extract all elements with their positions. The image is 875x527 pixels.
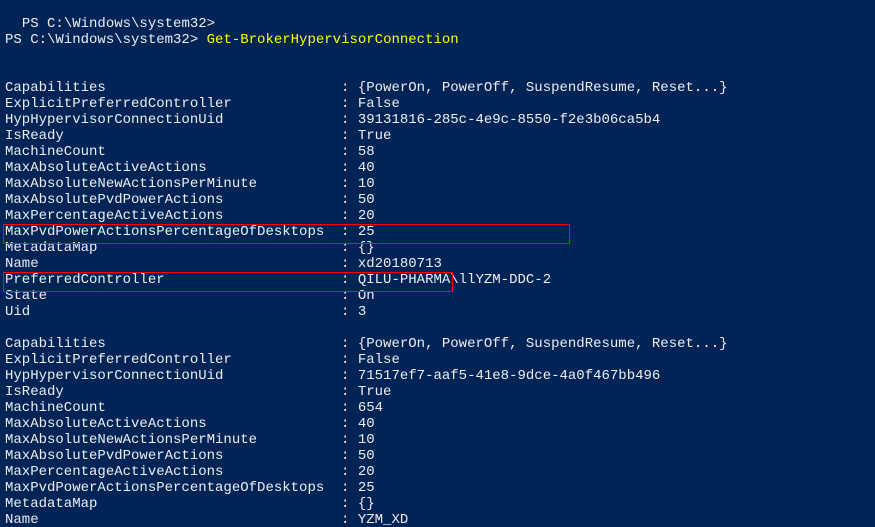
command-text: Get-BrokerHypervisorConnection bbox=[207, 32, 459, 48]
output-row: ExplicitPreferredController : False bbox=[5, 96, 400, 112]
output-row: Name : YZM_XD bbox=[5, 512, 408, 527]
output-row: MachineCount : 58 bbox=[5, 144, 375, 160]
output-row: MaxAbsolutePvdPowerActions : 50 bbox=[5, 192, 375, 208]
output-row: State : On bbox=[5, 288, 375, 304]
output-row: MetadataMap : {} bbox=[5, 496, 375, 512]
output-row: MaxAbsoluteActiveActions : 40 bbox=[5, 416, 375, 432]
output-row: MaxAbsoluteNewActionsPerMinute : 10 bbox=[5, 176, 375, 192]
output-row: Capabilities : {PowerOn, PowerOff, Suspe… bbox=[5, 80, 728, 96]
output-row: MaxAbsoluteActiveActions : 40 bbox=[5, 160, 375, 176]
prompt-line: PS C:\Windows\system32> Get-BrokerHyperv… bbox=[5, 32, 459, 48]
powershell-terminal[interactable]: PS C:\Windows\system32> PS C:\Windows\sy… bbox=[0, 0, 875, 527]
command-output: Capabilities : {PowerOn, PowerOff, Suspe… bbox=[5, 64, 870, 527]
output-row: Capabilities : {PowerOn, PowerOff, Suspe… bbox=[5, 336, 728, 352]
output-row: IsReady : True bbox=[5, 128, 391, 144]
output-row: MaxPercentageActiveActions : 20 bbox=[5, 208, 375, 224]
output-row: PreferredController : QILU-PHARMA\llYZM-… bbox=[5, 272, 551, 288]
output-row: MetadataMap : {} bbox=[5, 240, 375, 256]
output-row: ExplicitPreferredController : False bbox=[5, 352, 400, 368]
output-row: MaxPercentageActiveActions : 20 bbox=[5, 464, 375, 480]
partial-top-line: PS C:\Windows\system32> bbox=[22, 16, 215, 32]
output-row: HypHypervisorConnectionUid : 71517ef7-aa… bbox=[5, 368, 660, 384]
output-row: MaxPvdPowerActionsPercentageOfDesktops :… bbox=[5, 224, 375, 240]
output-row: Name : xd20180713 bbox=[5, 256, 442, 272]
output-row: IsReady : True bbox=[5, 384, 391, 400]
output-row: Uid : 3 bbox=[5, 304, 366, 320]
prompt-prefix: PS C:\Windows\system32> bbox=[5, 32, 207, 48]
output-row: MaxAbsolutePvdPowerActions : 50 bbox=[5, 448, 375, 464]
output-row: MaxAbsoluteNewActionsPerMinute : 10 bbox=[5, 432, 375, 448]
output-row: HypHypervisorConnectionUid : 39131816-28… bbox=[5, 112, 660, 128]
output-row: MachineCount : 654 bbox=[5, 400, 383, 416]
output-row: MaxPvdPowerActionsPercentageOfDesktops :… bbox=[5, 480, 375, 496]
